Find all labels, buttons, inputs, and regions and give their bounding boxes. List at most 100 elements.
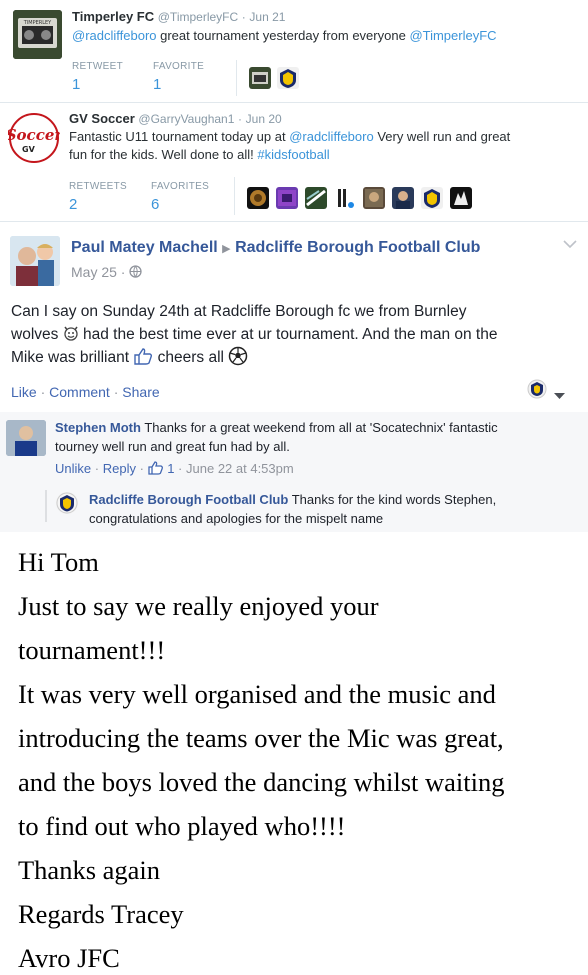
- favoriter-avatar[interactable]: [276, 187, 298, 209]
- avatar-logo-text: Soccer: [8, 126, 60, 144]
- favoriter-avatar[interactable]: [249, 67, 271, 89]
- favoriter-avatar[interactable]: [334, 187, 356, 209]
- reply-text: Thanks for the kind words Stephen,: [291, 492, 497, 507]
- chevron-down-icon[interactable]: [563, 236, 577, 254]
- reply-link[interactable]: Reply: [103, 461, 136, 476]
- letter-line: Avro JFC: [18, 943, 120, 973]
- page-avatar-selector[interactable]: [527, 379, 547, 399]
- thumbs-up-icon: [147, 461, 163, 475]
- favoriter-avatar[interactable]: [392, 187, 414, 209]
- gv-soccer-avatar[interactable]: Soccer GV: [8, 112, 60, 164]
- unlike-link[interactable]: Unlike: [55, 461, 91, 476]
- comment-date[interactable]: June 22 at 4:53pm: [186, 461, 294, 476]
- tweet-author-handle[interactable]: @GarryVaughan1: [138, 112, 234, 126]
- like-link[interactable]: Like: [11, 384, 37, 400]
- tweet-timperley: TIMPERLEY Timperley FC @TimperleyFC · Ju…: [0, 0, 588, 102]
- post-line: had the best time ever at ur tournament.…: [83, 326, 498, 343]
- letter-line: introducing the teams over the Mic was g…: [18, 723, 504, 753]
- post-actions: Like · Comment · Share: [11, 384, 160, 400]
- devil-emoji-icon: [64, 326, 78, 341]
- letter-line: Thanks again: [18, 855, 161, 885]
- avatar-logo-sub: GV: [22, 145, 36, 154]
- reply-text: congratulations and apologies for the mi…: [89, 511, 384, 526]
- letter-line: It was very well organised and the music…: [18, 679, 496, 709]
- separator: ·: [241, 10, 246, 24]
- letter-line: Regards Tracey: [18, 899, 184, 929]
- retweet-count: 1: [72, 76, 81, 93]
- retweet-label: RETWEETS: [69, 181, 127, 192]
- tweet-gv-soccer: Soccer GV GV Soccer @GarryVaughan1 · Jun…: [0, 103, 588, 221]
- author-avatar[interactable]: [10, 236, 60, 286]
- comment-link[interactable]: Comment: [49, 384, 110, 400]
- stat-divider: [236, 60, 237, 96]
- tweet-date[interactable]: Jun 21: [249, 10, 285, 24]
- favoriter-avatar[interactable]: [363, 187, 385, 209]
- retweet-count: 2: [69, 196, 78, 213]
- post-line: Mike was brilliant: [11, 349, 130, 366]
- caret-down-icon[interactable]: [554, 387, 565, 405]
- tweet-text: @radcliffeboro great tournament yesterda…: [72, 27, 497, 45]
- timperley-avatar[interactable]: TIMPERLEY: [13, 10, 62, 59]
- letter-line: to find out who played who!!!!: [18, 811, 346, 841]
- soccer-ball-icon: [229, 346, 248, 366]
- retweet-label: RETWEET: [72, 61, 123, 72]
- tweet-body: Fantastic U11 tournament today up at: [69, 129, 286, 144]
- tweet-body: Very well run and great: [377, 129, 511, 144]
- post-author-name[interactable]: Paul Matey Machell: [71, 239, 218, 256]
- favoriter-avatar[interactable]: [277, 67, 299, 89]
- tweet-text: Fantastic U11 tournament today up at @ra…: [69, 128, 579, 164]
- mention-link[interactable]: @radcliffeboro: [289, 129, 374, 144]
- post-line: Can I say on Sunday 24th at Radcliffe Bo…: [11, 303, 467, 320]
- favorite-label: FAVORITES: [151, 181, 210, 192]
- reply-indent-rule: [45, 490, 47, 522]
- comment-actions: Unlike · Reply · 1 · June 22 at 4:53pm: [55, 461, 294, 476]
- retweet-stat[interactable]: RETWEETS 2: [69, 181, 127, 213]
- thank-you-letter: Hi Tom Just to say we really enjoyed you…: [18, 540, 583, 975]
- letter-line: Just to say we really enjoyed your: [18, 591, 379, 621]
- post-line: cheers all: [157, 349, 224, 366]
- globe-icon: [129, 265, 143, 278]
- mention-link[interactable]: @radcliffeboro: [72, 28, 157, 43]
- arrow-icon: ▶: [222, 243, 231, 255]
- separator: ·: [238, 112, 243, 126]
- comment-like-count[interactable]: 1: [167, 461, 174, 476]
- tweet-date[interactable]: Jun 20: [246, 112, 282, 126]
- replier-name[interactable]: Radcliffe Borough Football Club: [89, 492, 288, 507]
- hashtag-link[interactable]: #kidsfootball: [257, 147, 329, 162]
- favorite-count: 6: [151, 196, 160, 213]
- letter-line: Hi Tom: [18, 547, 99, 577]
- mention-link[interactable]: @TimperleyFC: [409, 28, 496, 43]
- tweet-author-name[interactable]: Timperley FC: [72, 9, 154, 24]
- retweet-stat[interactable]: RETWEET 1: [72, 61, 123, 93]
- comment-stephen: Stephen Moth Thanks for a great weekend …: [55, 418, 580, 456]
- post-body: Can I say on Sunday 24th at Radcliffe Bo…: [11, 300, 581, 369]
- post-date[interactable]: May 25 ·: [71, 264, 125, 280]
- commenter-avatar[interactable]: [6, 420, 46, 456]
- reply-radcliffe: Radcliffe Borough Football Club Thanks f…: [89, 490, 584, 528]
- comment-text: tourney well run and great fun had by al…: [55, 439, 290, 454]
- tweet-body: great tournament yesterday from everyone: [160, 28, 406, 43]
- commenter-name[interactable]: Stephen Moth: [55, 420, 141, 435]
- favoriter-avatar[interactable]: [247, 187, 269, 209]
- avatar-logo-text: TIMPERLEY: [23, 20, 52, 26]
- page-reply-avatar[interactable]: [56, 492, 78, 514]
- favorite-count: 1: [153, 76, 162, 93]
- favorite-stat[interactable]: FAVORITES 6: [151, 181, 209, 213]
- letter-line: tournament!!!: [18, 635, 166, 665]
- favorite-stat[interactable]: FAVORITE 1: [153, 61, 204, 93]
- tweet-body: fun for the kids. Well done to all!: [69, 147, 254, 162]
- stat-divider: [234, 177, 235, 215]
- thumbs-up-icon: [134, 348, 153, 365]
- favoriter-avatar[interactable]: [421, 187, 443, 209]
- favorite-label: FAVORITE: [153, 61, 205, 72]
- post-page-name[interactable]: Radcliffe Borough Football Club: [235, 239, 480, 256]
- facebook-post: Paul Matey Machell ▶ Radcliffe Borough F…: [0, 222, 588, 532]
- comment-text: Thanks for a great weekend from all at '…: [144, 420, 498, 435]
- tweet-author-name[interactable]: GV Soccer: [69, 111, 135, 126]
- tweet-author-handle[interactable]: @TimperleyFC: [158, 10, 238, 24]
- favoriter-avatar[interactable]: [305, 187, 327, 209]
- post-line: wolves: [11, 326, 59, 343]
- share-link[interactable]: Share: [122, 384, 159, 400]
- favoriter-avatar[interactable]: [450, 187, 472, 209]
- letter-line: and the boys loved the dancing whilst wa…: [18, 767, 505, 797]
